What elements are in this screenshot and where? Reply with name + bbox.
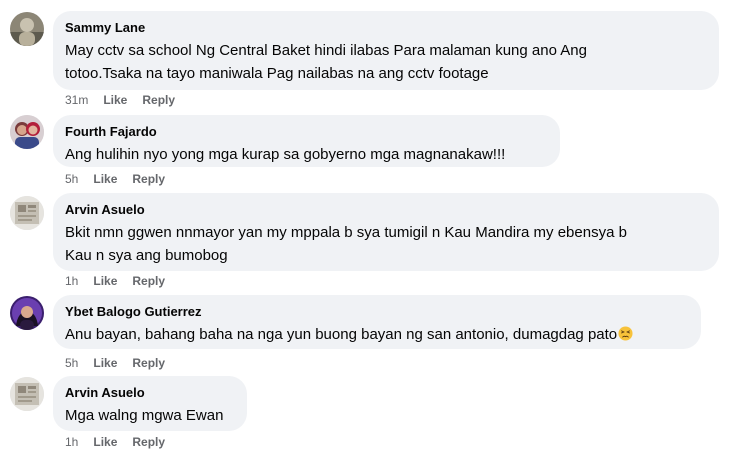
comment-text-line: Bkit nmn ggwen nnmayor yan my mppala b s… xyxy=(65,224,627,241)
avatar[interactable] xyxy=(10,296,44,330)
reply-button[interactable]: Reply xyxy=(132,273,165,289)
avatar[interactable] xyxy=(10,115,44,149)
comment-bubble: Arvin Asuelo Mga walng mgwa Ewan xyxy=(53,376,247,431)
comment-actions: 5h Like Reply xyxy=(65,171,165,187)
comment-text: Anu bayan, bahang baha na nga yun buong … xyxy=(65,323,689,346)
comment-text: Ang hulihin nyo yong mga kurap sa gobyer… xyxy=(65,143,548,166)
like-button[interactable]: Like xyxy=(93,273,117,289)
comment-author[interactable]: Ybet Balogo Gutierrez xyxy=(65,303,689,320)
comment-timestamp[interactable]: 5h xyxy=(65,171,78,187)
comment-timestamp[interactable]: 1h xyxy=(65,273,78,289)
comment-bubble: Sammy Lane May cctv sa school Ng Central… xyxy=(53,11,719,90)
comment-text-line: Ang hulihin nyo yong mga kurap sa gobyer… xyxy=(65,146,506,163)
avatar[interactable] xyxy=(10,12,44,46)
avatar-image-icon xyxy=(10,115,44,149)
comment-actions: 5h Like Reply xyxy=(65,355,165,371)
comment-bubble: Ybet Balogo Gutierrez Anu bayan, bahang … xyxy=(53,295,701,349)
like-button[interactable]: Like xyxy=(93,434,117,450)
avatar[interactable] xyxy=(10,377,44,411)
comment-author[interactable]: Arvin Asuelo xyxy=(65,384,235,401)
comment-text-line: Mga walng mgwa Ewan xyxy=(65,407,224,424)
like-button[interactable]: Like xyxy=(93,171,117,187)
comment-actions: 1h Like Reply xyxy=(65,273,165,289)
comment-actions: 1h Like Reply xyxy=(65,434,165,450)
reply-button[interactable]: Reply xyxy=(132,171,165,187)
reply-button[interactable]: Reply xyxy=(142,92,175,108)
comment-timestamp[interactable]: 5h xyxy=(65,355,78,371)
persevering-face-emoji-icon xyxy=(618,326,633,341)
like-button[interactable]: Like xyxy=(93,355,117,371)
avatar-image-icon xyxy=(10,196,44,230)
reply-button[interactable]: Reply xyxy=(132,434,165,450)
comment-actions: 31m Like Reply xyxy=(65,92,175,108)
comment-bubble: Arvin Asuelo Bkit nmn ggwen nnmayor yan … xyxy=(53,193,719,271)
avatar-image-icon xyxy=(10,296,44,330)
comment-text-content: Anu bayan, bahang baha na nga yun buong … xyxy=(65,326,618,343)
comment-text: Mga walng mgwa Ewan xyxy=(65,404,235,427)
comment-text: Bkit nmn ggwen nnmayor yan my mppala b s… xyxy=(65,221,707,267)
like-button[interactable]: Like xyxy=(103,92,127,108)
comment-author[interactable]: Sammy Lane xyxy=(65,19,707,36)
comment-text: May cctv sa school Ng Central Baket hind… xyxy=(65,39,707,85)
comment-author[interactable]: Arvin Asuelo xyxy=(65,201,707,218)
comment-timestamp[interactable]: 1h xyxy=(65,434,78,450)
avatar-image-icon xyxy=(10,12,44,46)
comment-bubble: Fourth Fajardo Ang hulihin nyo yong mga … xyxy=(53,115,560,167)
comment-text-line: May cctv sa school Ng Central Baket hind… xyxy=(65,42,587,59)
comment-text-line: totoo.Tsaka na tayo maniwala Pag nailaba… xyxy=(65,65,489,82)
avatar-image-icon xyxy=(10,377,44,411)
comment-author[interactable]: Fourth Fajardo xyxy=(65,123,548,140)
avatar[interactable] xyxy=(10,196,44,230)
comment-text-line: Anu bayan, bahang baha na nga yun buong … xyxy=(65,323,689,346)
reply-button[interactable]: Reply xyxy=(132,355,165,371)
comment-text-line: Kau n sya ang bumobog xyxy=(65,247,228,264)
comment-timestamp[interactable]: 31m xyxy=(65,92,88,108)
